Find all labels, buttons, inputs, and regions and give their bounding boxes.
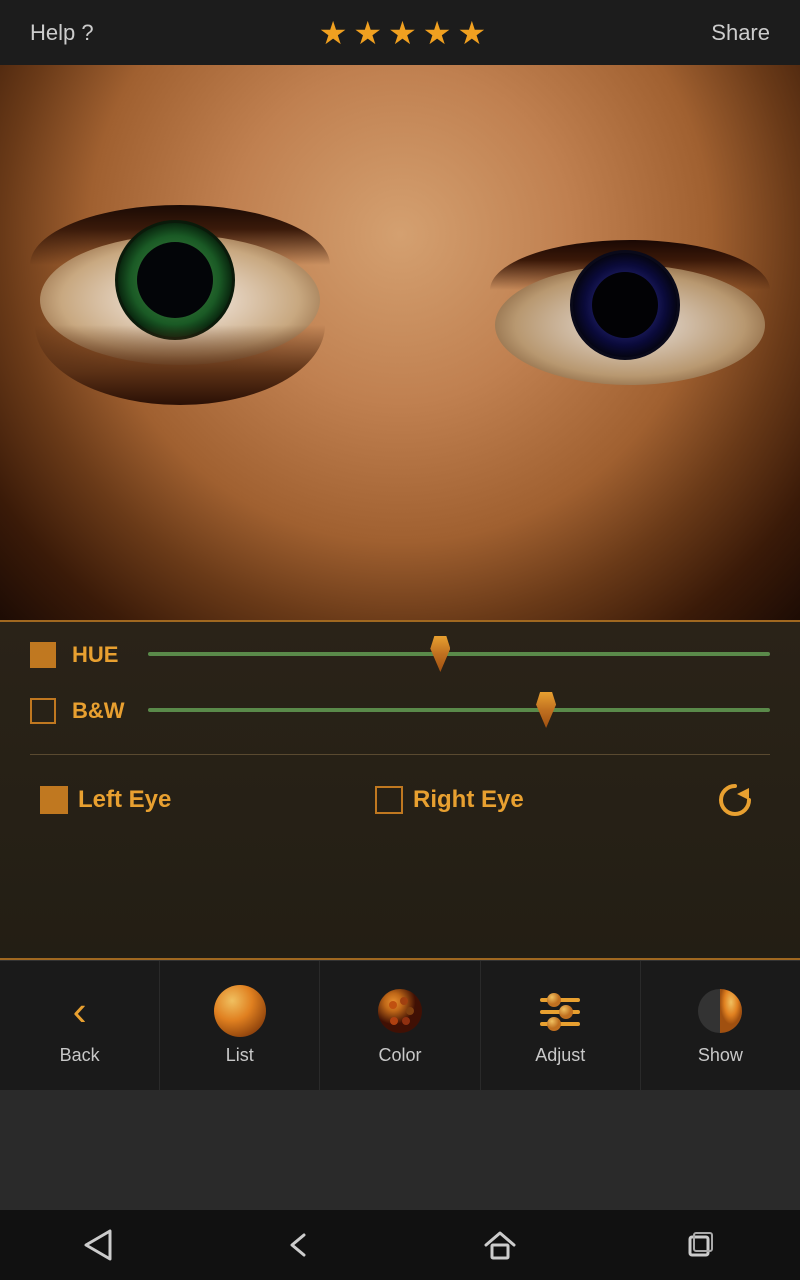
right-pupil	[592, 272, 658, 338]
bw-row: B&W	[30, 698, 770, 724]
star-rating[interactable]: ★ ★ ★ ★ ★	[319, 14, 486, 52]
hue-row: HUE	[30, 642, 770, 668]
hue-checkbox[interactable]	[30, 642, 56, 668]
list-orb	[214, 985, 266, 1037]
right-eye-checkbox[interactable]	[375, 786, 403, 814]
color-icon	[374, 985, 426, 1037]
bw-label: B&W	[72, 698, 132, 724]
left-pupil	[137, 242, 213, 318]
right-eye-region	[490, 240, 780, 425]
top-bar: Help ? ★ ★ ★ ★ ★ Share	[0, 0, 800, 65]
eye-selection-row: Left Eye Right Eye	[30, 775, 770, 825]
hue-slider-thumb[interactable]	[430, 636, 450, 672]
hue-label: HUE	[72, 642, 132, 668]
hue-slider-track	[148, 652, 770, 656]
controls-panel: HUE B&W Left Eye Right Eye	[0, 620, 800, 960]
list-icon	[214, 985, 266, 1037]
android-home-button[interactable]	[282, 1227, 318, 1263]
bw-checkbox[interactable]	[30, 698, 56, 724]
color-nav-item[interactable]: Color	[320, 961, 480, 1090]
android-back-button[interactable]	[82, 1227, 118, 1263]
back-icon: ‹	[54, 985, 106, 1037]
left-eye-region	[30, 205, 340, 405]
color-label: Color	[379, 1045, 422, 1066]
back-nav-item[interactable]: ‹ Back	[0, 961, 160, 1090]
hue-slider-container	[148, 652, 770, 658]
reset-button[interactable]	[710, 775, 760, 825]
star-4[interactable]: ★	[423, 14, 452, 52]
star-5[interactable]: ★	[457, 14, 486, 52]
show-label: Show	[698, 1045, 743, 1066]
android-navbar	[0, 1210, 800, 1280]
show-nav-item[interactable]: Show	[641, 961, 800, 1090]
left-eye-label: Left Eye	[78, 786, 171, 814]
adjust-label: Adjust	[535, 1045, 585, 1066]
list-nav-item[interactable]: List	[160, 961, 320, 1090]
bw-slider-container	[148, 708, 770, 714]
back-label: Back	[60, 1045, 100, 1066]
chevron-left-icon: ‹	[73, 990, 87, 1032]
divider	[30, 754, 770, 755]
show-icon	[694, 985, 746, 1037]
gray-area	[0, 1090, 800, 1210]
bw-slider-thumb[interactable]	[536, 692, 556, 728]
adjust-nav-item[interactable]: Adjust	[481, 961, 641, 1090]
bw-slider-track	[148, 708, 770, 712]
left-eye-shadow-bottom	[35, 325, 325, 405]
bottom-nav: ‹ Back List	[0, 960, 800, 1090]
star-1[interactable]: ★	[319, 14, 348, 52]
share-button[interactable]: Share	[711, 20, 770, 46]
right-eye-label: Right Eye	[413, 786, 524, 814]
star-3[interactable]: ★	[388, 14, 417, 52]
adjust-icon	[534, 985, 586, 1037]
star-2[interactable]: ★	[353, 14, 382, 52]
left-eye-option[interactable]: Left Eye	[40, 786, 375, 814]
right-eye-option[interactable]: Right Eye	[375, 786, 710, 814]
left-eye-checkbox[interactable]	[40, 786, 68, 814]
android-homescreen-button[interactable]	[482, 1227, 518, 1263]
android-recents-button[interactable]	[682, 1227, 718, 1263]
image-area	[0, 65, 800, 630]
list-label: List	[226, 1045, 254, 1066]
help-button[interactable]: Help ?	[30, 20, 94, 46]
